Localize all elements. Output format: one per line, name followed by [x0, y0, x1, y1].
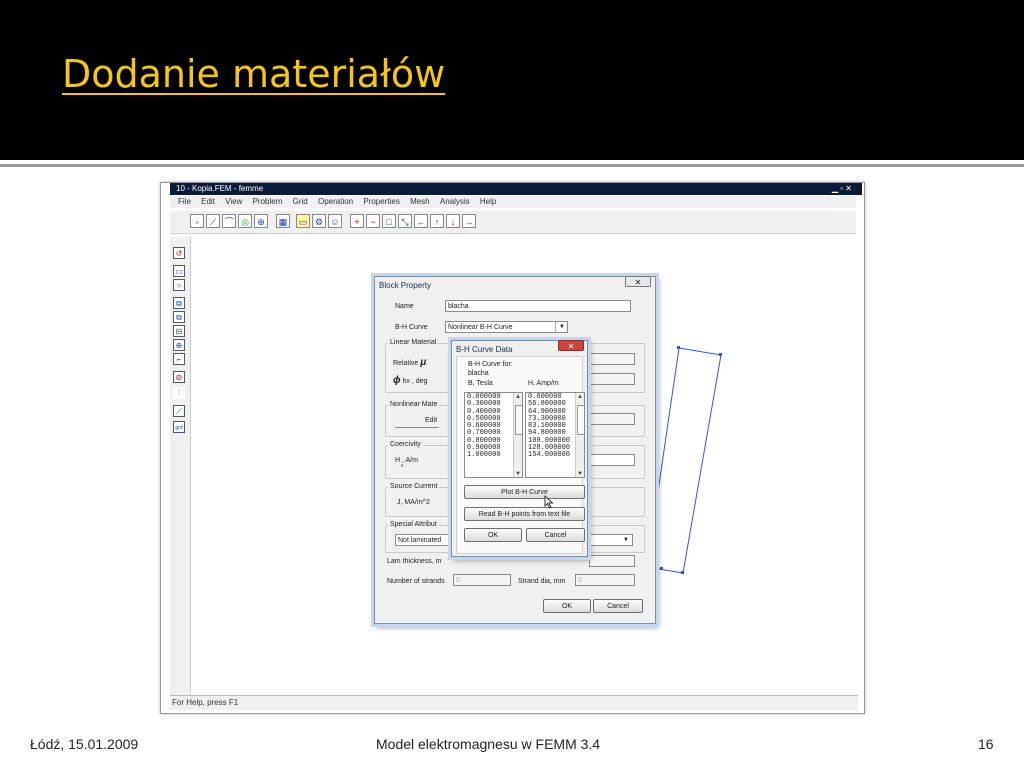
nonlinear-material-label: Nonlinear Mate — [388, 401, 440, 408]
h-column-header: H, Amp/m — [528, 380, 559, 387]
name-label: Name — [395, 303, 414, 310]
read-bh-file-button[interactable]: Read B-H points from text file — [464, 507, 585, 521]
node-point — [660, 567, 663, 570]
edit-bh-button[interactable]: Edit — [395, 414, 439, 428]
lam-fill-field[interactable] — [589, 555, 635, 567]
mouse-cursor-icon — [544, 495, 554, 509]
lamination-value: Not laminated — [398, 537, 442, 544]
j-label: J, MA/m^2 — [397, 499, 430, 506]
bh-cancel-button[interactable]: Cancel — [526, 528, 585, 542]
chevron-down-icon[interactable]: ▼ — [555, 322, 568, 332]
lam-thickness-label: Lam thickness, m — [387, 558, 442, 565]
scroll-down-icon[interactable]: ▼ — [576, 470, 584, 477]
bh-for-label: B-H Curve for: — [468, 361, 513, 368]
scroll-thumb[interactable] — [577, 405, 584, 435]
nonlinear-extra-field[interactable] — [589, 413, 635, 425]
name-field[interactable]: blacha — [445, 300, 631, 312]
scroll-up-icon[interactable]: ▲ — [576, 393, 584, 400]
mu-y-field[interactable] — [589, 353, 635, 365]
list-item: 154.000000 — [528, 451, 571, 460]
header-divider — [0, 164, 1024, 167]
phi-hy-field[interactable] — [589, 373, 635, 385]
h-values-textarea[interactable]: 0.000000 56.800000 64.900000 73.300000 83.10… — [525, 392, 585, 478]
node-point — [677, 346, 680, 349]
block-property-title: Block Property — [379, 281, 432, 290]
phi-label: ϕ hx , deg — [393, 375, 428, 386]
strands-label: Number of strands — [387, 578, 445, 585]
scroll-up-icon[interactable]: ▲ — [514, 393, 522, 400]
hc-subscript: c — [401, 463, 404, 469]
bh-curve-label: B-H Curve — [395, 324, 428, 331]
close-icon[interactable]: ✕ — [558, 340, 584, 351]
strand-dia-field[interactable]: 0 — [575, 574, 635, 586]
linear-material-label: Linear Material — [388, 339, 439, 346]
scroll-down-icon[interactable]: ▼ — [514, 470, 522, 477]
relative-text: Relative — [393, 360, 419, 367]
bh-ok-button[interactable]: OK — [464, 528, 522, 542]
bh-curve-dialog-title: B-H Curve Data — [456, 345, 513, 354]
bh-material-name: blacha — [468, 370, 489, 377]
special-attributes-label: Special Attribut — [388, 521, 439, 528]
footer-date: Łódź, 15.01.2009 — [30, 736, 139, 752]
hc-angle-field[interactable] — [589, 454, 635, 466]
status-bar: For Help, press F1 — [170, 695, 858, 710]
slide-title: Dodanie materiałów — [62, 52, 446, 96]
coercivity-label: Coercivity — [388, 441, 423, 448]
hc-label: H , A/m — [395, 457, 418, 464]
footer-title: Model elektromagnesu w FEMM 3.4 — [376, 736, 601, 752]
strand-dia-label: Strand dia, mm — [518, 578, 566, 585]
plot-bh-curve-button[interactable]: Plot B-H Curve — [464, 485, 585, 499]
node-point — [681, 571, 684, 574]
ok-button[interactable]: OK — [543, 599, 591, 613]
page-number: 16 — [978, 736, 994, 752]
slide-header: Dodanie materiałów — [0, 0, 1024, 160]
edit-bh-label: Edit — [424, 417, 438, 424]
cancel-button[interactable]: Cancel — [593, 599, 643, 613]
scroll-thumb[interactable] — [515, 405, 522, 435]
phi-text: hx , deg — [402, 378, 428, 385]
relative-label: Relative μ — [393, 357, 427, 368]
close-icon[interactable]: ✕ — [625, 276, 651, 287]
source-current-label: Source Current — [388, 483, 440, 490]
chevron-down-icon[interactable]: ▼ — [621, 535, 631, 545]
scrollbar[interactable]: ▲ ▼ — [575, 393, 584, 477]
scrollbar[interactable]: ▲ ▼ — [513, 393, 522, 477]
node-point — [719, 353, 722, 356]
bh-curve-value: Nonlinear B-H Curve — [448, 324, 513, 331]
strands-field[interactable]: 0 — [453, 574, 511, 586]
b-column-header: B, Tesla — [468, 380, 493, 387]
bh-curve-select[interactable]: Nonlinear B-H Curve — [445, 321, 568, 333]
bh-curve-dialog: B-H Curve Data ✕ B-H Curve for: blacha B… — [451, 340, 588, 557]
femm-screenshot: 10 - Kopia.FEM - femme ▁ ▫ ✕ File Edit V… — [160, 182, 865, 714]
h-values-rows: 0.000000 56.800000 64.900000 73.300000 83.10… — [528, 393, 582, 460]
drawn-block-outline — [646, 347, 722, 574]
b-values-textarea[interactable]: 0.000000 0.300000 0.400000 0.500000 0.600000… — [464, 392, 523, 478]
